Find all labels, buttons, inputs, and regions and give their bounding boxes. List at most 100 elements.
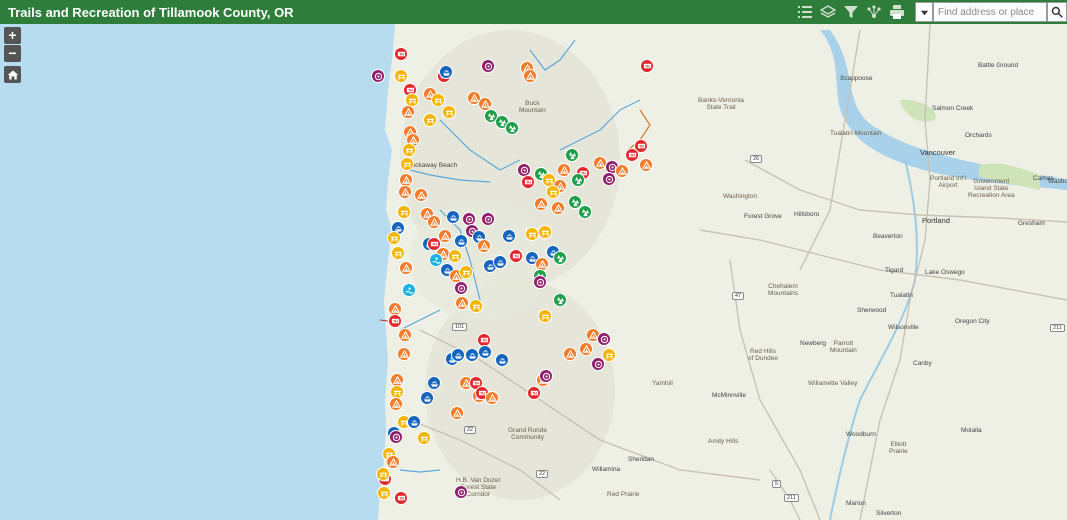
picnic-marker[interactable]	[387, 231, 401, 245]
forest-marker[interactable]	[505, 121, 519, 135]
picnic-marker[interactable]	[459, 265, 473, 279]
boat-marker[interactable]	[420, 391, 434, 405]
camp-marker[interactable]	[414, 188, 428, 202]
viewpoint-marker[interactable]	[389, 430, 403, 444]
boat-marker[interactable]	[427, 376, 441, 390]
boat-marker[interactable]	[454, 234, 468, 248]
zoom-in-button[interactable]: +	[4, 27, 21, 44]
forest-marker[interactable]	[553, 251, 567, 265]
boat-marker[interactable]	[495, 353, 509, 367]
camp-marker[interactable]	[477, 239, 491, 253]
viewpoint-marker[interactable]	[454, 281, 468, 295]
viewpoint-marker[interactable]	[539, 369, 553, 383]
camp-marker[interactable]	[523, 69, 537, 83]
viewpoint-marker[interactable]	[597, 332, 611, 346]
picnic-marker[interactable]	[448, 249, 462, 263]
share-button[interactable]	[863, 1, 885, 23]
picnic-marker[interactable]	[423, 113, 437, 127]
zoom-out-button[interactable]: −	[4, 45, 21, 62]
forest-marker[interactable]	[578, 205, 592, 219]
search-source-dropdown[interactable]	[915, 2, 933, 22]
camp-marker[interactable]	[639, 158, 653, 172]
camp-marker[interactable]	[397, 347, 411, 361]
picnic-marker[interactable]	[442, 105, 456, 119]
picnic-marker[interactable]	[431, 93, 445, 107]
trailhead-marker[interactable]: TH	[394, 491, 408, 505]
camp-marker[interactable]	[438, 229, 452, 243]
trailhead-marker[interactable]: TH	[509, 249, 523, 263]
boat-marker[interactable]	[493, 255, 507, 269]
swim-icon	[405, 287, 413, 294]
boat-ramp-icon	[468, 352, 476, 359]
trailhead-marker[interactable]: TH	[625, 148, 639, 162]
picnic-marker[interactable]	[525, 227, 539, 241]
legend-button[interactable]	[794, 1, 816, 23]
boat-marker[interactable]	[407, 415, 421, 429]
camp-marker[interactable]	[551, 201, 565, 215]
camp-marker[interactable]	[398, 185, 412, 199]
picnic-marker[interactable]	[377, 486, 391, 500]
boat-marker[interactable]	[478, 345, 492, 359]
print-button[interactable]	[886, 1, 908, 23]
boat-marker[interactable]	[446, 210, 460, 224]
beach-marker[interactable]	[402, 283, 416, 297]
viewpoint-marker[interactable]	[602, 172, 616, 186]
viewpoint-marker[interactable]	[591, 357, 605, 371]
zoom-control: + −	[4, 27, 21, 62]
boat-ramp-icon	[481, 349, 489, 356]
picnic-marker[interactable]	[469, 299, 483, 313]
legend-icon	[798, 6, 812, 18]
trailhead-icon: TH	[391, 318, 399, 323]
trailhead-marker[interactable]: TH	[521, 175, 535, 189]
picnic-marker[interactable]	[400, 157, 414, 171]
camp-marker[interactable]	[534, 197, 548, 211]
camp-marker[interactable]	[557, 163, 571, 177]
camp-marker[interactable]	[427, 215, 441, 229]
filter-button[interactable]	[840, 1, 862, 23]
picnic-marker[interactable]	[417, 431, 431, 445]
boat-marker[interactable]	[465, 348, 479, 362]
viewpoint-marker[interactable]	[454, 485, 468, 499]
camp-marker[interactable]	[389, 397, 403, 411]
camp-marker[interactable]	[579, 342, 593, 356]
viewpoint-marker[interactable]	[481, 212, 495, 226]
picnic-marker[interactable]	[391, 246, 405, 260]
boat-marker[interactable]	[451, 348, 465, 362]
picnic-marker[interactable]	[538, 225, 552, 239]
trailhead-marker[interactable]: TH	[388, 314, 402, 328]
camp-marker[interactable]	[386, 455, 400, 469]
layers-button[interactable]	[817, 1, 839, 23]
map-view[interactable]: Battle Ground Scappoose Banks-Vernonia Sta…	[0, 24, 1067, 520]
forest-marker[interactable]	[565, 148, 579, 162]
map-label: Red Hills of Dundee	[748, 348, 778, 362]
trailhead-marker[interactable]: TH	[394, 47, 408, 61]
tent-icon	[469, 93, 479, 102]
picnic-marker[interactable]	[538, 309, 552, 323]
camp-marker[interactable]	[485, 391, 499, 405]
boat-marker[interactable]	[502, 229, 516, 243]
viewpoint-marker[interactable]	[371, 69, 385, 83]
camp-marker[interactable]	[615, 164, 629, 178]
forest-marker[interactable]	[553, 293, 567, 307]
camp-marker[interactable]	[399, 261, 413, 275]
trailhead-marker[interactable]: TH	[527, 386, 541, 400]
search-button[interactable]	[1047, 2, 1067, 22]
viewpoint-marker[interactable]	[481, 59, 495, 73]
picnic-marker[interactable]	[376, 467, 390, 481]
forest-marker[interactable]	[571, 173, 585, 187]
home-button[interactable]	[4, 66, 21, 83]
picnic-marker[interactable]	[402, 143, 416, 157]
camp-marker[interactable]	[401, 105, 415, 119]
camp-marker[interactable]	[450, 406, 464, 420]
trailhead-marker[interactable]: TH	[640, 59, 654, 73]
camp-marker[interactable]	[398, 328, 412, 342]
search-input[interactable]	[933, 2, 1047, 22]
picnic-marker[interactable]	[546, 185, 560, 199]
camp-marker[interactable]	[455, 296, 469, 310]
viewpoint-marker[interactable]	[533, 275, 547, 289]
picnic-marker[interactable]	[394, 69, 408, 83]
picnic-marker[interactable]	[397, 205, 411, 219]
camp-marker[interactable]	[563, 347, 577, 361]
boat-marker[interactable]	[439, 65, 453, 79]
map-label: Portland	[922, 216, 950, 225]
